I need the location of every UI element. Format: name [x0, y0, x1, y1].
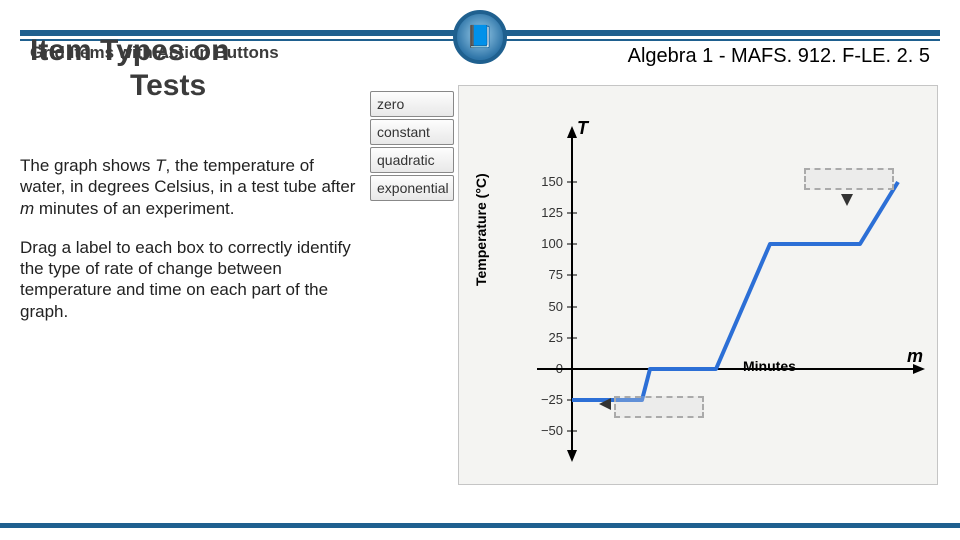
school-logo: 📘: [453, 10, 507, 64]
arrowhead-up: [567, 126, 577, 138]
svg-text:−50: −50: [541, 423, 563, 438]
drop-target-upper[interactable]: [804, 168, 894, 190]
svg-text:25: 25: [549, 330, 563, 345]
grid-item-tool: zero constant quadratic exponential ✕ De…: [370, 85, 940, 485]
temperature-line: [572, 182, 898, 400]
slide-title: Item Types on Tests Grid Items with Acti…: [30, 35, 360, 63]
svg-text:150: 150: [541, 174, 563, 189]
arrow-left-icon: [599, 398, 611, 410]
q-text: The graph shows: [20, 156, 155, 175]
x-axis-label: Minutes: [743, 358, 796, 374]
draggable-labels: zero constant quadratic exponential: [370, 91, 454, 203]
chart: 150 125 100 75 50 25 0 −25 −50 T m: [477, 104, 927, 474]
x-var-label: m: [907, 346, 923, 366]
arrowhead-down: [567, 450, 577, 462]
q-var-m: m: [20, 199, 34, 218]
label-exponential[interactable]: exponential: [370, 175, 454, 201]
question-text: The graph shows T, the temperature of wa…: [20, 155, 360, 340]
svg-text:−25: −25: [541, 392, 563, 407]
label-zero[interactable]: zero: [370, 91, 454, 117]
q-text: minutes of an experiment.: [34, 199, 234, 218]
y-var-label: T: [577, 118, 590, 138]
title-subline: Grid Items with Action Buttons: [30, 43, 360, 63]
standard-code: Algebra 1 - MAFS. 912. F-LE. 2. 5: [628, 45, 930, 68]
y-axis-label: Temperature (°C): [473, 173, 489, 286]
arrow-down-icon: [841, 194, 853, 206]
svg-text:75: 75: [549, 267, 563, 282]
svg-text:50: 50: [549, 299, 563, 314]
footer-rule: [0, 523, 960, 528]
q-var-T: T: [155, 156, 165, 175]
title-line2: Tests: [130, 69, 206, 103]
drop-target-lower[interactable]: [614, 396, 704, 418]
svg-text:125: 125: [541, 205, 563, 220]
graph-panel[interactable]: 150 125 100 75 50 25 0 −25 −50 T m Mi: [458, 85, 938, 485]
svg-text:100: 100: [541, 236, 563, 251]
label-quadratic[interactable]: quadratic: [370, 147, 454, 173]
q-instructions: Drag a label to each box to correctly id…: [20, 237, 360, 322]
label-constant[interactable]: constant: [370, 119, 454, 145]
